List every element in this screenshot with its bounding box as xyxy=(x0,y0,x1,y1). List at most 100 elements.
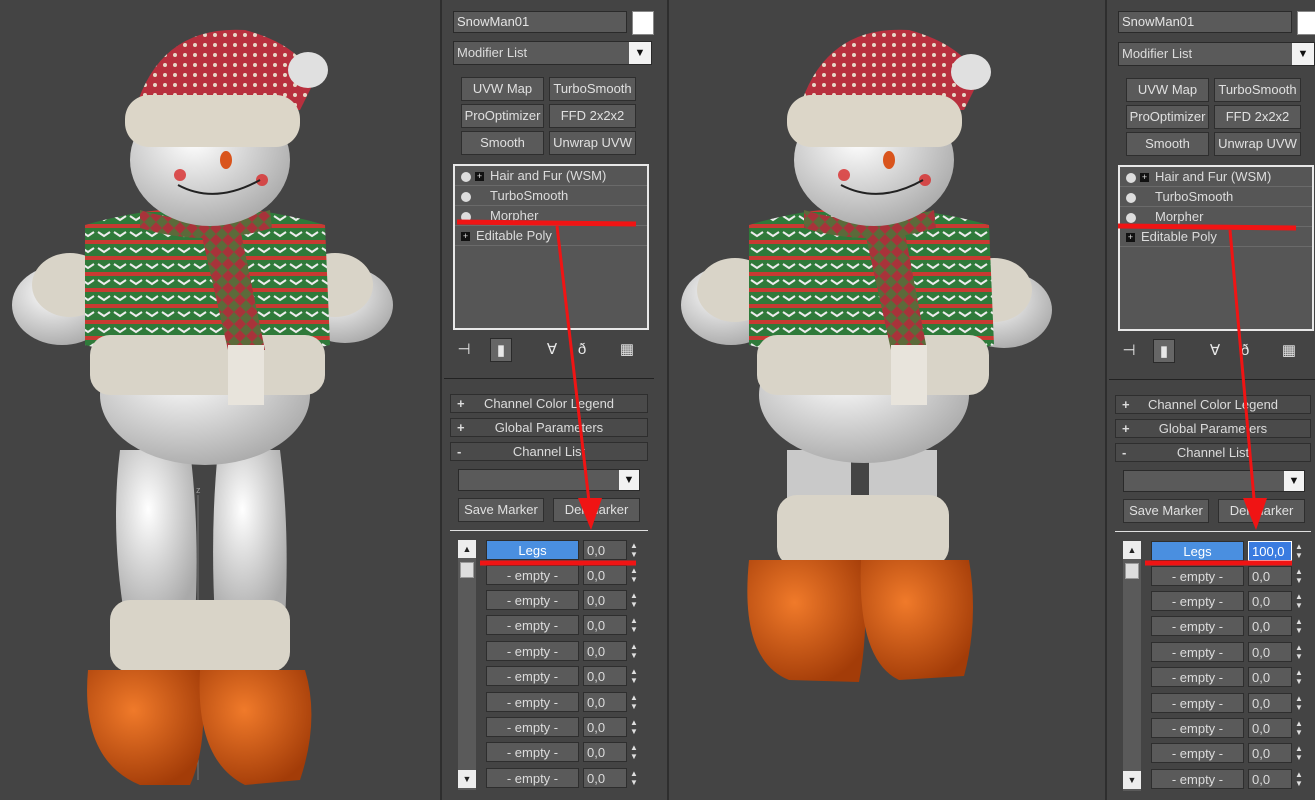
spinner-icon[interactable]: ▲ ▼ xyxy=(1294,719,1304,737)
spinner-icon[interactable]: ▲ ▼ xyxy=(1294,694,1304,712)
channel-scrollbar[interactable]: ▲ ▼ xyxy=(458,540,476,790)
configure-modifier-sets-icon[interactable]: ▦ xyxy=(1278,339,1300,363)
scroll-down-icon[interactable]: ▼ xyxy=(458,770,476,788)
object-name-field[interactable]: SnowMan01 xyxy=(1118,11,1292,33)
spinner-icon[interactable]: ▲ ▼ xyxy=(629,718,639,736)
lightbulb-icon[interactable] xyxy=(461,191,471,202)
modifier-list-dropdown[interactable]: Modifier List ▼ xyxy=(1118,42,1315,66)
modifier-stack[interactable]: + Hair and Fur (WSM) TurboSmooth Morpher … xyxy=(453,164,649,330)
turbosmooth-button[interactable]: TurboSmooth xyxy=(1214,78,1301,102)
object-color-swatch[interactable] xyxy=(1297,11,1315,35)
spinner-icon[interactable]: ▲ ▼ xyxy=(629,541,639,559)
svg-text:z: z xyxy=(196,485,201,495)
spinner-icon[interactable]: ▲ ▼ xyxy=(629,566,639,584)
panel-divider xyxy=(450,530,648,531)
scroll-up-icon[interactable]: ▲ xyxy=(458,540,476,558)
expand-icon[interactable]: + xyxy=(461,232,470,242)
unwrap-uvw-button[interactable]: Unwrap UVW xyxy=(549,131,636,155)
chevron-down-icon[interactable]: ▼ xyxy=(629,42,651,64)
spinner-icon[interactable]: ▲ ▼ xyxy=(1294,592,1304,610)
show-end-result-icon[interactable]: ▮ xyxy=(1153,339,1175,363)
pin-icon[interactable]: ⊣ xyxy=(453,338,475,362)
rollout-global-parameters[interactable]: + Global Parameters xyxy=(450,418,648,437)
scroll-down-icon[interactable]: ▼ xyxy=(1123,771,1141,789)
pin-icon[interactable]: ⊣ xyxy=(1118,339,1140,363)
rollout-global-parameters[interactable]: + Global Parameters xyxy=(1115,419,1311,438)
uvw-map-button[interactable]: UVW Map xyxy=(1126,78,1209,102)
panel-divider xyxy=(444,378,654,379)
spinner-icon[interactable]: ▲ ▼ xyxy=(629,616,639,634)
del-marker-button[interactable]: Del Marker xyxy=(553,498,640,522)
save-marker-button[interactable]: Save Marker xyxy=(458,498,544,522)
expand-icon[interactable]: + xyxy=(1140,173,1149,183)
expand-icon[interactable]: + xyxy=(475,172,484,182)
modifier-stack[interactable]: + Hair and Fur (WSM) TurboSmooth Morpher … xyxy=(1118,165,1314,331)
scroll-thumb[interactable] xyxy=(460,562,474,578)
prooptimizer-button[interactable]: ProOptimizer xyxy=(461,104,544,128)
ffd-2x2x2-button[interactable]: FFD 2x2x2 xyxy=(549,104,636,128)
scroll-up-icon[interactable]: ▲ xyxy=(1123,541,1141,559)
lightbulb-icon[interactable] xyxy=(1126,212,1136,223)
stack-item-morpher[interactable]: Morpher xyxy=(1120,207,1312,227)
spinner-icon[interactable]: ▲ ▼ xyxy=(1294,668,1304,686)
expand-icon[interactable]: + xyxy=(1126,233,1135,243)
make-unique-icon[interactable]: ∀ xyxy=(1204,339,1226,363)
scroll-thumb[interactable] xyxy=(1125,563,1139,579)
uvw-map-button[interactable]: UVW Map xyxy=(461,77,544,101)
marker-dropdown[interactable]: ▼ xyxy=(1123,470,1305,492)
lightbulb-icon[interactable] xyxy=(1126,192,1136,203)
ffd-2x2x2-button[interactable]: FFD 2x2x2 xyxy=(1214,105,1301,129)
lightbulb-icon[interactable] xyxy=(461,171,471,182)
make-unique-icon[interactable]: ∀ xyxy=(541,338,563,362)
stack-item-hair-and-fur[interactable]: + Hair and Fur (WSM) xyxy=(455,166,647,186)
panel-divider xyxy=(1115,531,1311,532)
spinner-icon[interactable]: ▲ ▼ xyxy=(629,667,639,685)
channel-scrollbar[interactable]: ▲ ▼ xyxy=(1123,541,1141,791)
chevron-down-icon[interactable]: ▼ xyxy=(619,470,639,490)
object-color-swatch[interactable] xyxy=(632,11,654,35)
remove-modifier-icon[interactable]: ð xyxy=(571,338,593,362)
del-marker-button[interactable]: Del Marker xyxy=(1218,499,1305,523)
spinner-icon[interactable]: ▲ ▼ xyxy=(629,743,639,761)
configure-modifier-sets-icon[interactable]: ▦ xyxy=(616,338,638,362)
object-name-field[interactable]: SnowMan01 xyxy=(453,11,627,33)
stack-item-morpher[interactable]: Morpher xyxy=(455,206,647,226)
snowman-render-tall-legs: z xyxy=(12,29,393,785)
spinner-icon[interactable]: ▲ ▼ xyxy=(1294,617,1304,635)
spinner-icon[interactable]: ▲ ▼ xyxy=(1294,744,1304,762)
spinner-icon[interactable]: ▲ ▼ xyxy=(629,591,639,609)
smooth-button[interactable]: Smooth xyxy=(461,131,544,155)
panel-divider xyxy=(1109,379,1315,380)
lightbulb-icon[interactable] xyxy=(461,211,471,222)
rollout-channel-color-legend[interactable]: + Channel Color Legend xyxy=(450,394,648,413)
smooth-button[interactable]: Smooth xyxy=(1126,132,1209,156)
viewport-right[interactable] xyxy=(669,0,1103,800)
rollout-channel-color-legend[interactable]: + Channel Color Legend xyxy=(1115,395,1311,414)
spinner-icon[interactable]: ▲ ▼ xyxy=(629,769,639,787)
turbosmooth-button[interactable]: TurboSmooth xyxy=(549,77,636,101)
viewport-left[interactable]: z xyxy=(0,0,438,800)
spinner-icon[interactable]: ▲ ▼ xyxy=(1294,542,1304,560)
remove-modifier-icon[interactable]: ð xyxy=(1234,339,1256,363)
spinner-icon[interactable]: ▲ ▼ xyxy=(1294,770,1304,788)
marker-dropdown[interactable]: ▼ xyxy=(458,469,640,491)
save-marker-button[interactable]: Save Marker xyxy=(1123,499,1209,523)
spinner-icon[interactable]: ▲ ▼ xyxy=(1294,567,1304,585)
lightbulb-icon[interactable] xyxy=(1126,172,1136,183)
spinner-icon[interactable]: ▲ ▼ xyxy=(629,642,639,660)
stack-item-turbosmooth[interactable]: TurboSmooth xyxy=(455,186,647,206)
show-end-result-icon[interactable]: ▮ xyxy=(490,338,512,362)
stack-item-turbosmooth[interactable]: TurboSmooth xyxy=(1120,187,1312,207)
rollout-channel-list[interactable]: - Channel List xyxy=(1115,443,1311,462)
stack-item-hair-and-fur[interactable]: + Hair and Fur (WSM) xyxy=(1120,167,1312,187)
prooptimizer-button[interactable]: ProOptimizer xyxy=(1126,105,1209,129)
stack-item-editable-poly[interactable]: + Editable Poly xyxy=(455,226,647,246)
spinner-icon[interactable]: ▲ ▼ xyxy=(629,693,639,711)
chevron-down-icon[interactable]: ▼ xyxy=(1284,471,1304,491)
unwrap-uvw-button[interactable]: Unwrap UVW xyxy=(1214,132,1301,156)
rollout-channel-list[interactable]: - Channel List xyxy=(450,442,648,461)
chevron-down-icon[interactable]: ▼ xyxy=(1292,43,1314,65)
stack-item-editable-poly[interactable]: + Editable Poly xyxy=(1120,227,1312,247)
spinner-icon[interactable]: ▲ ▼ xyxy=(1294,643,1304,661)
modifier-list-dropdown[interactable]: Modifier List ▼ xyxy=(453,41,652,65)
